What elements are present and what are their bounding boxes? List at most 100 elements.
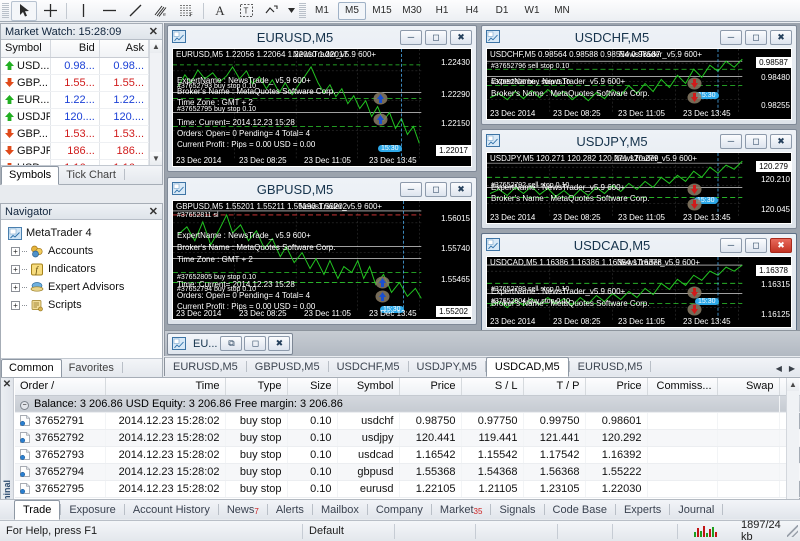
restore-button[interactable]: ◻ [745,237,767,253]
minimized-chart-window[interactable]: EU... ⧉ ◻ ✖ [167,332,294,355]
arrows-dropdown-icon[interactable] [285,1,297,21]
close-button[interactable]: ✖ [770,29,792,45]
terminal-tab-account-history[interactable]: Account History [125,501,218,519]
orders-col-symbol[interactable]: Symbol [337,378,400,396]
terminal-tab-journal[interactable]: Journal [670,501,722,519]
market-watch-tab-symbols[interactable]: Symbols [1,166,60,185]
terminal-tab-exposure[interactable]: Exposure [61,501,123,519]
chart-canvas-gbpusd[interactable]: GBPUSD,M5 1.55201 1.55211 1.55193 1.5520… [172,200,472,320]
market-watch-col-bid[interactable]: Bid [50,40,100,58]
restore-button[interactable]: ◻ [745,29,767,45]
timeframe-button-h4[interactable]: H4 [458,2,486,20]
expand-icon[interactable]: + [11,264,20,274]
restore-button[interactable]: ◻ [425,181,447,197]
equidistant-channel-tool-button[interactable]: e [148,1,174,21]
close-button[interactable]: ✖ [268,336,291,351]
chart-tab-usdcad-m5-4[interactable]: USDCAD,M5 [485,357,569,377]
close-button[interactable]: ✖ [770,133,792,149]
chart-window-usdjpy[interactable]: USDJPY,M5 ─ ◻ ✖ USDJPY,M5 120.271 120.28… [481,129,797,229]
chart-title-bar-eurusd[interactable]: EURUSD,M5 ─ ◻ ✖ [168,26,476,48]
orders-col-price[interactable]: Price [399,378,462,396]
terminal-tab-code-base[interactable]: Code Base [545,501,615,519]
market-watch-row[interactable]: USD... 0.98... 0.98... [1,57,149,75]
orders-col-price[interactable]: Price [585,378,648,396]
scroll-down-icon[interactable]: ▼ [150,152,162,165]
scroll-up-icon[interactable]: ▲ [150,40,162,53]
minimize-button[interactable]: ─ [720,237,742,253]
order-row[interactable]: 37652794 2014.12.23 15:28:02 buy stop 0.10 g… [15,463,800,481]
navigator-item-scripts[interactable]: + Scripts [5,296,162,314]
chart-tab-eurusd-m5-0[interactable]: EURUSD,M5 [165,358,246,376]
chart-window-gbpusd[interactable]: GBPUSD,M5 ─ ◻ ✖ GBPUSD,M5 1.55201 1.5521… [167,177,477,325]
close-button[interactable]: ✖ [450,29,472,45]
terminal-tab-signals[interactable]: Signals [491,501,543,519]
order-row[interactable]: 37652795 2014.12.23 15:28:02 buy stop 0.10 e… [15,480,800,498]
timeframe-button-mn[interactable]: MN [548,2,576,20]
orders-col-sl[interactable]: S / L [461,378,524,396]
text-tool-button[interactable]: A [207,1,233,21]
chart-tab-eurusd-m5-5[interactable]: EURUSD,M5 [570,358,651,376]
minimize-button[interactable]: ─ [400,181,422,197]
market-watch-row[interactable]: GBPJPY186...186... [1,142,149,160]
minimize-button[interactable]: ─ [720,29,742,45]
cursor-tool-button[interactable] [11,0,37,21]
chart-window-eurusd[interactable]: EURUSD,M5 ─ ◻ ✖ EURUSD,M5 1.22056 1.2206… [167,25,477,172]
orders-col-type[interactable]: Type [225,378,288,396]
minimize-button[interactable]: ─ [400,29,422,45]
status-profile[interactable]: Default [303,523,396,539]
navigator-root[interactable]: MetaTrader 4 [5,224,162,242]
close-button[interactable]: ✖ [770,237,792,253]
chart-canvas-usdjpy[interactable]: USDJPY,M5 120.271 120.282 120.271 120.27… [486,152,792,224]
navigator-close-icon[interactable]: ✕ [149,205,158,218]
chart-title-bar-usdjpy[interactable]: USDJPY,M5 ─ ◻ ✖ [482,130,796,152]
order-row[interactable]: 37652793 2014.12.23 15:28:02 buy stop 0.10 u… [15,446,800,464]
chart-canvas-usdcad[interactable]: USDCAD,M5 1.16386 1.16386 1.16354 1.1637… [486,256,792,328]
horizontal-line-tool-button[interactable] [96,1,122,21]
collapse-icon[interactable]: − [20,400,29,410]
market-watch-row[interactable]: USDJPY120....120.... [1,108,149,126]
terminal-tab-market[interactable]: Market35 [432,501,491,519]
chart-title-bar-usdchf[interactable]: USDCHF,M5 ─ ◻ ✖ [482,26,796,48]
tab-scroll-left-icon[interactable]: ◀ [776,364,782,373]
market-watch-col-ask[interactable]: Ask [99,40,149,58]
restore-button[interactable]: ⧉ [220,336,243,351]
order-row[interactable]: 37652791 2014.12.23 15:28:02 buy stop 0.10 u… [15,412,800,430]
expand-icon[interactable]: + [11,246,20,256]
navigator-item-expert-advisors[interactable]: + Expert Advisors [5,278,162,296]
timeframe-button-m5[interactable]: M5 [338,1,366,20]
timeframe-button-m1[interactable]: M1 [308,2,336,20]
trendline-tool-button[interactable] [122,1,148,21]
navigator-tab-common[interactable]: Common [1,359,62,378]
chart-tab-gbpusd-m5-1[interactable]: GBPUSD,M5 [247,358,328,376]
navigator-item-accounts[interactable]: + Accounts [5,242,162,260]
orders-col-order[interactable]: Order / [15,378,106,396]
timeframe-button-m15[interactable]: M15 [368,2,396,20]
restore-button[interactable]: ◻ [745,133,767,149]
maximize-button[interactable]: ◻ [244,336,267,351]
toolbar-grip[interactable] [2,2,9,19]
timeframe-button-w1[interactable]: W1 [518,2,546,20]
timeframe-button-d1[interactable]: D1 [488,2,516,20]
resize-grip[interactable] [787,525,798,537]
orders-col-commiss[interactable]: Commiss... [647,378,718,396]
orders-col-swap[interactable]: Swap [717,378,780,396]
vertical-line-tool-button[interactable] [70,1,96,21]
restore-button[interactable]: ◻ [425,29,447,45]
market-watch-close-icon[interactable]: ✕ [149,25,158,38]
market-watch-tab-tick-chart[interactable]: Tick Chart [59,167,123,184]
chart-title-bar-gbpusd[interactable]: GBPUSD,M5 ─ ◻ ✖ [168,178,476,200]
chart-tab-usdjpy-m5-3[interactable]: USDJPY,M5 [409,358,485,376]
expand-icon[interactable]: + [11,300,20,310]
text-label-tool-button[interactable]: T [233,1,259,21]
arrows-tool-button[interactable] [259,1,285,21]
order-row[interactable]: 37652792 2014.12.23 15:28:02 buy stop 0.10 u… [15,429,800,447]
chart-window-usdcad[interactable]: USDCAD,M5 ─ ◻ ✖ USDCAD,M5 1.16386 1.1638… [481,233,797,333]
fibonacci-tool-button[interactable]: F [174,1,200,21]
chart-canvas-eurusd[interactable]: EURUSD,M5 1.22056 1.22064 1.22010 1.2201… [172,48,472,167]
orders-col-size[interactable]: Size [287,378,338,396]
market-watch-scrollbar[interactable]: ▲ ▼ [149,40,162,165]
terminal-close-icon[interactable]: ✕ [1,378,13,390]
market-watch-row[interactable]: GBP... 1.53... 1.53... [1,125,149,143]
chart-canvas-usdchf[interactable]: USDCHF,M5 0.98564 0.98588 0.98554 0.9858… [486,48,792,120]
scroll-up-icon[interactable]: ▲ [787,378,799,391]
